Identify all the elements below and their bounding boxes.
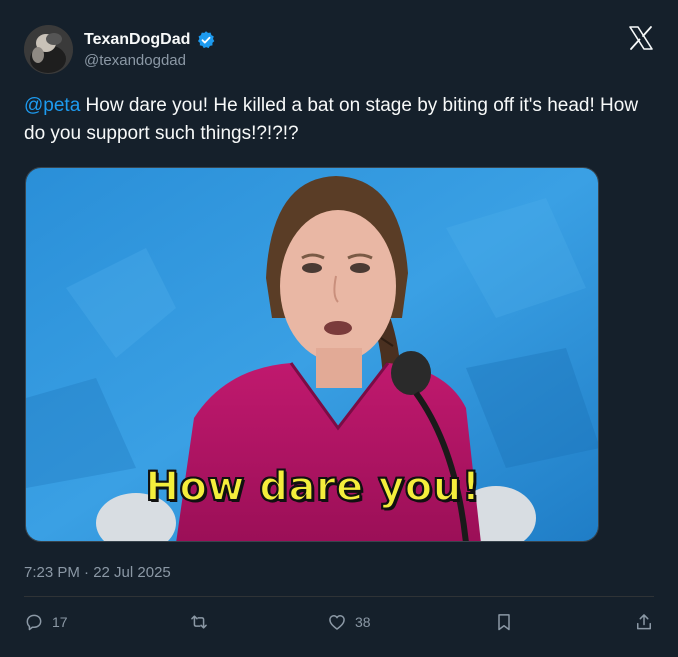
media-caption: How dare you! [144,463,481,511]
retweet-icon [191,615,207,629]
avatar-image [24,25,73,74]
mention-link[interactable]: @peta [24,95,80,116]
verified-badge-icon [196,30,216,50]
author-display-name[interactable]: TexanDogDad [84,31,190,49]
tweet-text: @peta How dare you! He killed a bat on s… [24,92,644,148]
reply-icon [26,614,42,631]
tweet-body: How dare you! He killed a bat on stage b… [24,95,639,144]
heart-icon [329,615,345,630]
retweet-button[interactable] [189,612,217,632]
bookmark-button[interactable] [494,612,514,632]
divider [24,596,654,597]
bookmark-icon [498,614,510,631]
x-logo-icon[interactable] [628,25,654,51]
reply-button[interactable]: 17 [24,612,68,632]
tweet-card: TexanDogDad @texandogdad @peta How dare … [0,0,678,657]
like-button[interactable]: 38 [327,612,371,632]
author-name-row: TexanDogDad [84,30,216,50]
author-handle[interactable]: @texandogdad [84,52,186,69]
tweet-timestamp[interactable]: 7:23 PM · 22 Jul 2025 [24,564,171,581]
share-icon [637,614,651,630]
avatar[interactable] [24,25,73,74]
like-count: 38 [355,614,371,630]
tweet-media-gif[interactable]: How dare you! [25,167,599,542]
reply-count: 17 [52,614,68,630]
share-button[interactable] [634,612,654,632]
